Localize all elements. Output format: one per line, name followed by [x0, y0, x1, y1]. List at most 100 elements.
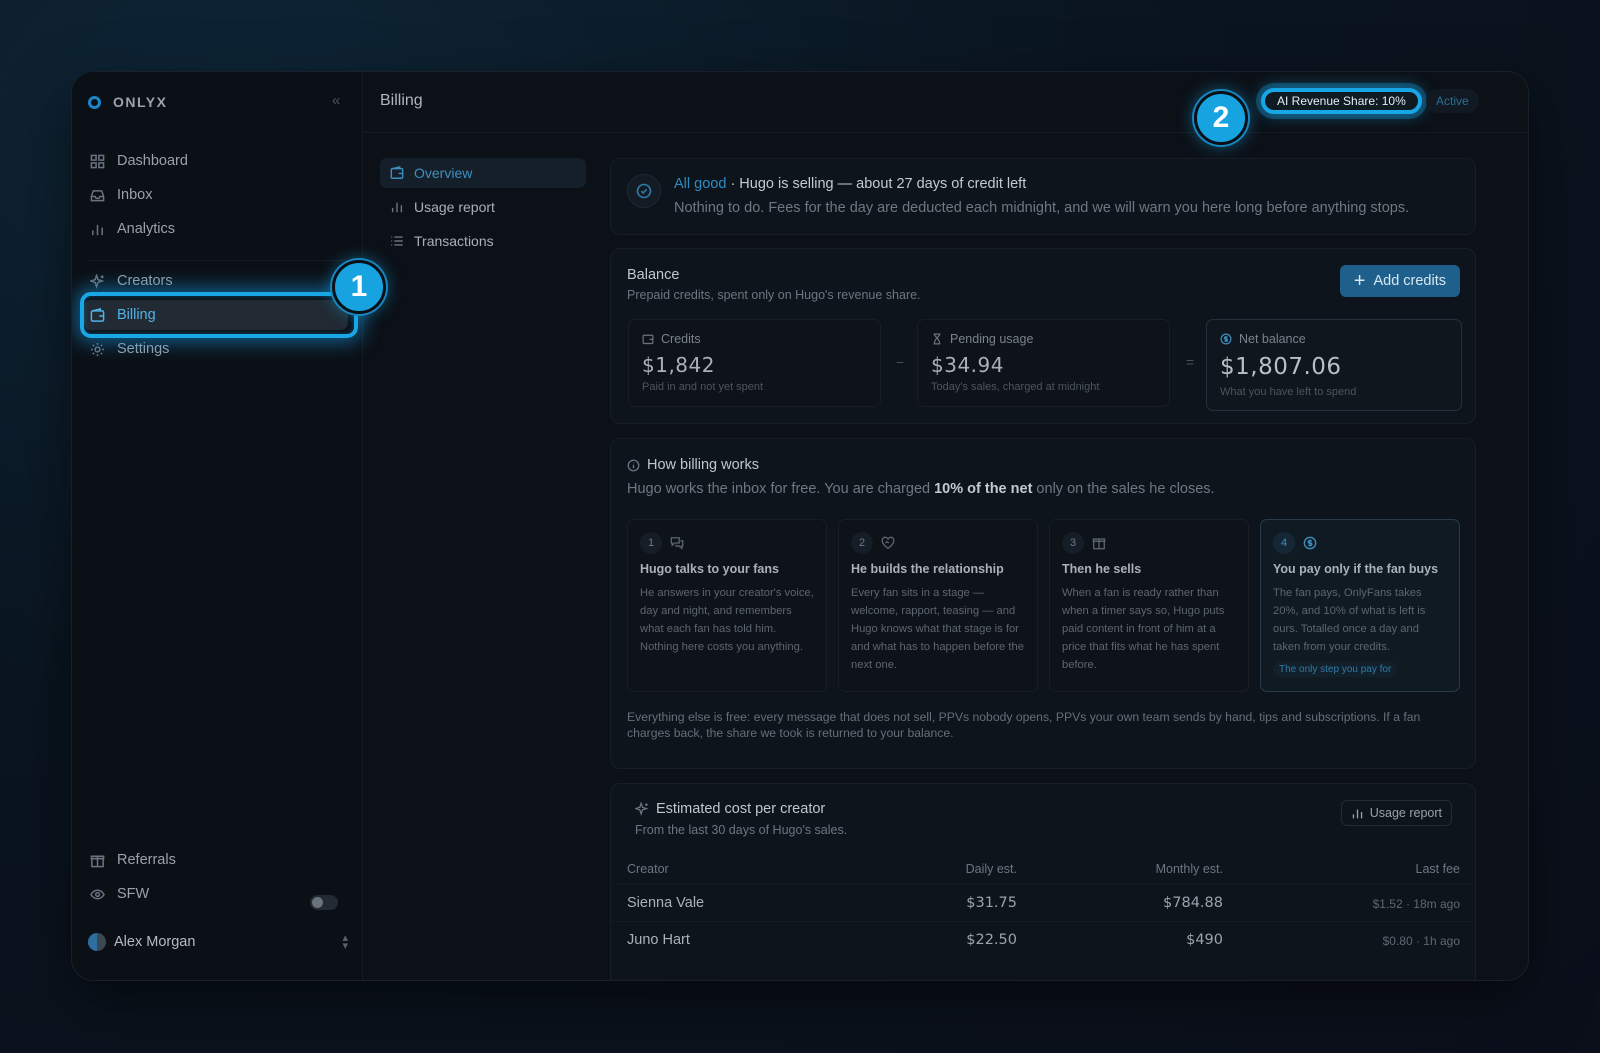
sidebar-item-label: Inbox: [117, 187, 153, 203]
last-fee: $1.52 · 18m ago: [1372, 897, 1460, 911]
gift-icon: [1092, 538, 1106, 550]
user-name: Alex Morgan: [114, 934, 196, 950]
creator-name: Sienna Vale: [627, 895, 705, 911]
metric-credits: Credits $1,842 Paid in and not yet spent: [628, 319, 881, 407]
step-card-3: 3 Then he sells When a fan is ready rath…: [1049, 519, 1249, 692]
metric-value: $1,842: [642, 353, 715, 377]
sidebar-item-inbox[interactable]: Inbox: [88, 180, 348, 210]
column-header-creator: Creator: [627, 862, 669, 876]
table-row[interactable]: Sienna Vale $31.75 $784.88 $1.52 · 18m a…: [611, 884, 1475, 921]
eye-icon: [90, 889, 105, 899]
subnav-usage-report[interactable]: Usage report: [380, 192, 586, 222]
sidebar-item-label: Creators: [117, 273, 173, 289]
metric-hint: Paid in and not yet spent: [642, 381, 764, 393]
daily-estimate: $22.50: [966, 932, 1017, 948]
balance-title: Balance: [627, 267, 680, 283]
sidebar-item-referrals[interactable]: Referrals: [88, 845, 348, 875]
metric-hint: What you have left to spend: [1220, 386, 1357, 398]
status-state: All good: [674, 176, 727, 192]
balance-subtitle: Prepaid credits, spent only on Hugo's re…: [627, 288, 921, 302]
step-description: When a fan is ready rather than when a t…: [1062, 587, 1225, 671]
estimate-card: Estimated cost per creator From the last…: [610, 783, 1476, 980]
dollar-circle-icon: [1220, 333, 1232, 345]
subnav-label: Overview: [414, 165, 473, 181]
check-circle-icon: [627, 174, 661, 208]
logo-text: ONLYX: [113, 94, 168, 110]
callout-badge-2: 2: [1194, 91, 1248, 145]
sidebar-item-sfw[interactable]: SFW: [88, 879, 348, 909]
list-icon: [391, 236, 403, 246]
usage-report-button[interactable]: Usage report: [1340, 800, 1452, 826]
gift-icon: [90, 855, 105, 867]
intro-emphasis: 10% of the net: [934, 481, 1033, 497]
info-icon: [627, 459, 640, 471]
sidebar-item-analytics[interactable]: Analytics: [88, 214, 348, 244]
step-title: He builds the relationship: [851, 562, 1004, 576]
metric-pending-usage: Pending usage $34.94 Today's sales, char…: [917, 319, 1170, 407]
monthly-estimate: $490: [1186, 932, 1223, 948]
step-description: The fan pays, OnlyFans takes 20%, and 10…: [1273, 587, 1426, 653]
add-credits-button[interactable]: + Add credits: [1339, 265, 1460, 297]
sidebar: ONLYX « Dashboard Inbox Analytics Creato…: [72, 72, 386, 980]
how-billing-title: How billing works: [647, 457, 760, 473]
avatar: [88, 933, 106, 951]
metric-value: $34.94: [931, 353, 1004, 377]
logo[interactable]: ONLYX: [88, 92, 167, 112]
free-usage-footnote: Everything else is free: every message t…: [627, 710, 1421, 740]
user-menu[interactable]: Alex Morgan ▴ ▾: [88, 929, 348, 955]
intro-text: Hugo works the inbox for free. You are c…: [627, 481, 935, 497]
step-number: 4: [1273, 532, 1295, 554]
metric-value: $1,807.06: [1220, 354, 1342, 380]
status-card: All good · Hugo is selling — about 27 da…: [610, 158, 1476, 235]
subnav-transactions[interactable]: Transactions: [380, 226, 586, 256]
minus-operator: −: [896, 354, 905, 370]
intro-text-end: only on the sales he closes.: [1032, 481, 1215, 497]
sidebar-item-settings[interactable]: Settings: [88, 334, 348, 364]
bar-chart-icon: [391, 202, 403, 213]
heart-handshake-icon: [881, 536, 895, 550]
inbox-icon: [90, 189, 105, 201]
balance-card: Balance Prepaid credits, spent only on H…: [610, 248, 1476, 424]
creator-name: Juno Hart: [627, 932, 690, 948]
metric-label: Pending usage: [931, 332, 1033, 346]
app-window: ONLYX « Dashboard Inbox Analytics Creato…: [71, 71, 1529, 981]
sidebar-item-label: Analytics: [117, 221, 176, 237]
step-card-1: 1 Hugo talks to your fans He answers in …: [627, 519, 827, 692]
revenue-share-pill[interactable]: AI Revenue Share: 10%: [1261, 88, 1422, 114]
grid-icon: [90, 154, 105, 168]
sidebar-item-dashboard[interactable]: Dashboard: [88, 146, 348, 176]
daily-estimate: $31.75: [966, 895, 1017, 911]
metric-hint: Today's sales, charged at midnight: [931, 381, 1100, 393]
how-billing-intro: Hugo works the inbox for free. You are c…: [627, 481, 1215, 497]
callout-highlight-billing: [80, 292, 358, 338]
step-number: 1: [640, 532, 662, 554]
subnav-overview[interactable]: Overview: [380, 158, 586, 188]
estimate-title: Estimated cost per creator: [656, 801, 826, 817]
gear-icon: [90, 342, 105, 356]
step-title: Hugo talks to your fans: [640, 562, 779, 576]
bar-chart-icon: [1352, 808, 1362, 818]
usage-report-label: Usage report: [1369, 806, 1442, 820]
collapse-sidebar-icon[interactable]: «: [332, 92, 340, 109]
chat-icon: [670, 537, 684, 550]
step-title: You pay only if the fan buys: [1273, 562, 1439, 576]
equals-operator: =: [1186, 354, 1195, 370]
step-card-4: 4 You pay only if the fan buys The fan p…: [1260, 519, 1460, 692]
step-number: 3: [1062, 532, 1084, 554]
add-credits-label: Add credits: [1373, 273, 1446, 289]
callout-badge-1: 1: [332, 260, 386, 314]
metric-net-balance: Net balance $1,807.06 What you have left…: [1206, 319, 1462, 411]
column-header-last-fee: Last fee: [1415, 862, 1460, 876]
table-row[interactable]: Juno Hart $22.50 $490 $0.80 · 1h ago: [611, 921, 1475, 958]
how-billing-card: How billing works Hugo works the inbox f…: [610, 438, 1476, 769]
bar-chart-icon: [92, 224, 103, 235]
sidebar-item-label: Dashboard: [117, 153, 188, 169]
step-number: 2: [851, 532, 873, 554]
step-description: Every fan sits in a stage — welcome, rap…: [851, 587, 1024, 671]
sidebar-item-label: Referrals: [117, 852, 176, 868]
wallet-icon: [642, 334, 654, 345]
metric-label-text: Net balance: [1239, 332, 1306, 346]
status-detail: Nothing to do. Fees for the day are dedu…: [674, 200, 1410, 216]
step-title: Then he sells: [1062, 562, 1142, 576]
sfw-toggle[interactable]: [310, 895, 338, 910]
